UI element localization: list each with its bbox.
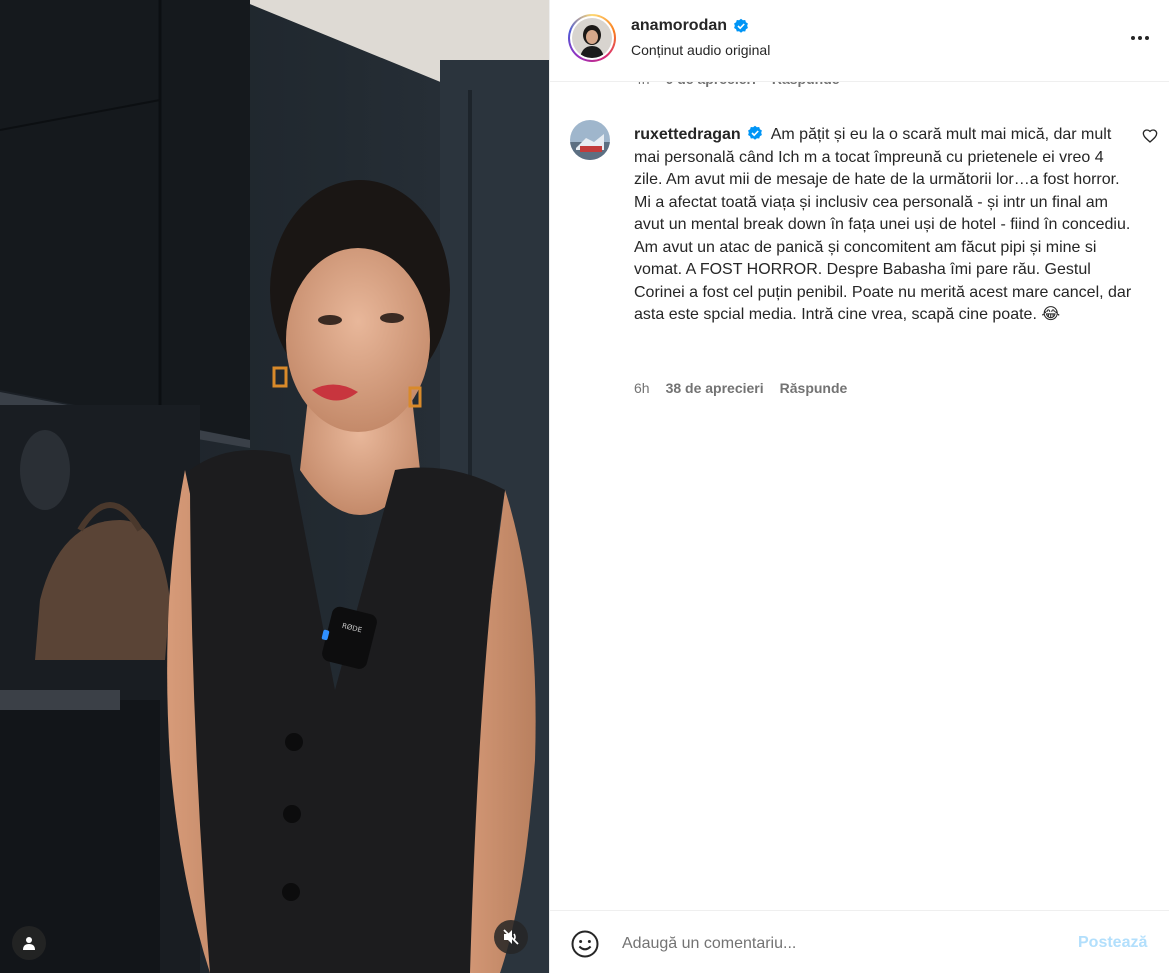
commenter-avatar[interactable] xyxy=(570,120,610,160)
mute-toggle-button[interactable] xyxy=(494,920,528,954)
speaker-muted-icon xyxy=(503,929,519,945)
audio-label[interactable]: Conținut audio original xyxy=(631,42,770,58)
commenter-username[interactable]: ruxettedragan xyxy=(634,126,741,143)
more-horizontal-icon xyxy=(1131,36,1149,40)
more-options-button[interactable] xyxy=(1128,26,1152,50)
author-avatar-story-ring[interactable] xyxy=(568,14,616,62)
verified-badge-icon xyxy=(733,18,749,34)
author-username[interactable]: anamorodan xyxy=(631,17,727,35)
author-avatar xyxy=(572,18,612,58)
heart-outline-icon xyxy=(1142,129,1158,143)
comments-list[interactable]: 4h 0 de aprecieri Răspunde ruxettedragan xyxy=(550,60,1169,910)
comment-text: Am pățit și eu la o scară mult mai mică,… xyxy=(634,126,1132,323)
comment-time[interactable]: 6h xyxy=(634,380,650,396)
comment-meta: 6h 38 de aprecieri Răspunde xyxy=(634,380,847,396)
comment-composer: Postează xyxy=(550,910,1169,974)
comment-input[interactable] xyxy=(620,929,1054,959)
verified-badge-icon xyxy=(747,125,763,141)
laughing-emoji: 😂 xyxy=(1041,306,1061,323)
user-tags-button[interactable] xyxy=(12,926,46,960)
like-comment-button[interactable] xyxy=(1142,128,1158,144)
user-tags-icon xyxy=(23,937,35,950)
comment-likes[interactable]: 38 de aprecieri xyxy=(666,380,764,396)
smiley-face-icon xyxy=(571,930,599,958)
video-frame: RØDE xyxy=(0,0,549,973)
reel-video[interactable]: RØDE xyxy=(0,0,549,973)
post-header: anamorodan Conținut audio original xyxy=(550,0,1169,82)
emoji-picker-button[interactable] xyxy=(570,929,600,959)
post-side-panel: anamorodan Conținut audio original 4h 0 … xyxy=(549,0,1169,974)
post-comment-button[interactable]: Postează xyxy=(1078,934,1147,952)
reply-button[interactable]: Răspunde xyxy=(780,380,848,396)
